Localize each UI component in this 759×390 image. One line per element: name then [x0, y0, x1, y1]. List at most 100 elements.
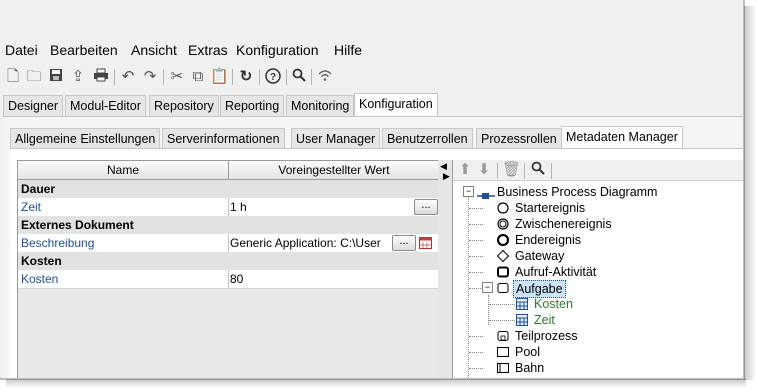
expand-right-arrow-icon[interactable]: ◀	[443, 171, 450, 181]
tree-connector	[489, 320, 515, 321]
save-icon[interactable]	[47, 68, 65, 86]
delete-icon[interactable]: 🗑	[502, 161, 521, 179]
diagram-icon	[477, 189, 495, 201]
calendar-icon[interactable]	[419, 236, 432, 249]
tree-child-zeit[interactable]: Zeit	[534, 312, 555, 328]
tab-modul-editor[interactable]: Modul-Editor	[65, 95, 146, 116]
task-icon	[497, 282, 509, 294]
group-label: Kosten	[21, 254, 62, 268]
ellipsis-button[interactable]: ...	[414, 199, 438, 215]
ellipsis-button[interactable]: ...	[392, 235, 416, 251]
menu-bearbeiten[interactable]: Bearbeiten	[50, 42, 118, 58]
column-header-name[interactable]: Name	[18, 161, 229, 180]
search-icon[interactable]	[290, 68, 308, 86]
tree-item-startereignis[interactable]: Startereignis	[515, 200, 585, 216]
tree-connector	[469, 288, 481, 289]
refresh-icon[interactable]: ↻	[237, 68, 255, 86]
group-row-kosten[interactable]: Kosten	[18, 252, 439, 271]
property-row-beschreibung[interactable]: Beschreibung Generic Application: C:\Use…	[18, 234, 439, 253]
toolbar-separator	[232, 69, 233, 85]
tree-item-zwischenereignis[interactable]: Zwischenereignis	[515, 216, 612, 232]
main-tabs: Designer Modul-Editor Repository Reporti…	[3, 93, 743, 116]
tab-monitoring[interactable]: Monitoring	[286, 95, 355, 116]
undo-icon[interactable]: ↶	[119, 68, 137, 86]
menu-extras[interactable]: Extras	[188, 42, 228, 58]
tab-designer[interactable]: Designer	[3, 95, 64, 116]
property-row-zeit[interactable]: Zeit 1 h ...	[18, 198, 439, 217]
print-icon[interactable]	[92, 68, 110, 86]
property-name: Kosten	[21, 272, 59, 286]
gateway-icon	[496, 249, 510, 263]
tree-toolbar: ⬆ ⬇ 🗑	[453, 160, 743, 181]
property-value[interactable]: Generic Application: C:\User	[230, 234, 390, 252]
metadata-tree-panel: ⬆ ⬇ 🗑 − Business Process Diagramm Starte…	[452, 160, 743, 378]
tree-connector	[469, 336, 483, 337]
tree-connector	[469, 208, 483, 209]
tab-allgemeine-einstellungen[interactable]: Allgemeine Einstellungen	[10, 128, 161, 149]
group-row-dauer[interactable]: Dauer	[18, 180, 439, 199]
toolbar-separator	[551, 163, 552, 179]
collapse-left-arrow-icon[interactable]: ◀	[440, 162, 447, 171]
redo-icon[interactable]: ↷	[141, 68, 159, 86]
panel-splitter[interactable]: ◀ ◀	[438, 160, 452, 378]
collapse-toggle[interactable]: −	[482, 282, 493, 293]
tab-user-manager[interactable]: User Manager	[291, 128, 381, 149]
table-icon	[516, 314, 528, 326]
tab-prozessrollen[interactable]: Prozessrollen	[476, 128, 562, 149]
new-icon[interactable]: 🗋	[4, 68, 22, 86]
toolbar-separator	[286, 69, 287, 85]
tab-repository[interactable]: Repository	[149, 95, 219, 116]
tree-connector	[469, 368, 483, 369]
window-shadow	[6, 379, 746, 388]
column-header-default-value[interactable]: Voreingestellter Wert	[229, 161, 439, 180]
tree-item-bahn[interactable]: Bahn	[515, 360, 544, 376]
tree-connector	[469, 256, 483, 257]
subprocess-icon	[497, 330, 509, 342]
start-event-icon	[497, 202, 509, 214]
tree-connector	[469, 240, 483, 241]
intermediate-event-icon	[497, 218, 509, 230]
tree-item-teilprozess[interactable]: Teilprozess	[515, 328, 578, 344]
move-up-icon[interactable]: ⬆	[456, 161, 474, 179]
cut-icon[interactable]: ✂	[168, 68, 186, 86]
group-label: Externes Dokument	[21, 218, 134, 232]
copy-icon[interactable]: ⧉	[189, 68, 207, 86]
property-value[interactable]: 80	[230, 270, 400, 288]
tree-item-gateway[interactable]: Gateway	[515, 248, 564, 264]
pool-icon	[497, 346, 509, 358]
tree-connector	[469, 352, 483, 353]
toolbar-separator	[311, 69, 312, 85]
configuration-tabs: Allgemeine Einstellungen Serverinformati…	[10, 126, 740, 149]
tree-connector	[469, 272, 483, 273]
menu-hilfe[interactable]: Hilfe	[334, 42, 362, 58]
export-icon[interactable]: ⇪	[69, 68, 87, 86]
group-row-externes-dokument[interactable]: Externes Dokument	[18, 216, 439, 235]
tree-item-aufruf-aktivitaet[interactable]: Aufruf-Aktivität	[515, 264, 596, 280]
group-label: Dauer	[21, 182, 56, 196]
tab-benutzerrollen[interactable]: Benutzerrollen	[382, 128, 473, 149]
tab-metadaten-manager[interactable]: Metadaten Manager	[561, 126, 683, 149]
collapse-toggle[interactable]: −	[463, 186, 474, 197]
menu-datei[interactable]: Datei	[5, 42, 38, 58]
tree-root-business-process-diagramm[interactable]: Business Process Diagramm	[497, 184, 657, 200]
open-icon[interactable]: 🗀	[25, 68, 43, 86]
tree-item-pool[interactable]: Pool	[515, 344, 540, 360]
metadata-property-grid: Name Voreingestellter Wert Dauer Zeit 1 …	[17, 160, 440, 378]
tree-child-kosten[interactable]: Kosten	[534, 296, 573, 312]
property-row-kosten[interactable]: Kosten 80	[18, 270, 439, 289]
help-icon[interactable]: ?	[264, 68, 282, 86]
toolbar-separator	[524, 163, 525, 179]
wireless-icon[interactable]	[316, 68, 334, 86]
paste-icon[interactable]: 📋	[210, 68, 229, 86]
menu-konfiguration[interactable]: Konfiguration	[236, 42, 319, 58]
column-divider	[228, 198, 229, 216]
tab-reporting[interactable]: Reporting	[220, 95, 285, 116]
tab-konfiguration[interactable]: Konfiguration	[354, 93, 438, 116]
toolbar: 🗋 🗀 ⇪ ↶ ↷ ✂ ⧉ 📋 ↻ ?	[0, 64, 743, 90]
property-value[interactable]: 1 h	[230, 198, 400, 216]
tab-serverinformationen[interactable]: Serverinformationen	[162, 128, 285, 149]
move-down-icon[interactable]: ⬇	[475, 161, 493, 179]
search-icon[interactable]	[529, 161, 547, 179]
tree-item-endereignis[interactable]: Endereignis	[515, 232, 581, 248]
menu-ansicht[interactable]: Ansicht	[131, 42, 177, 58]
